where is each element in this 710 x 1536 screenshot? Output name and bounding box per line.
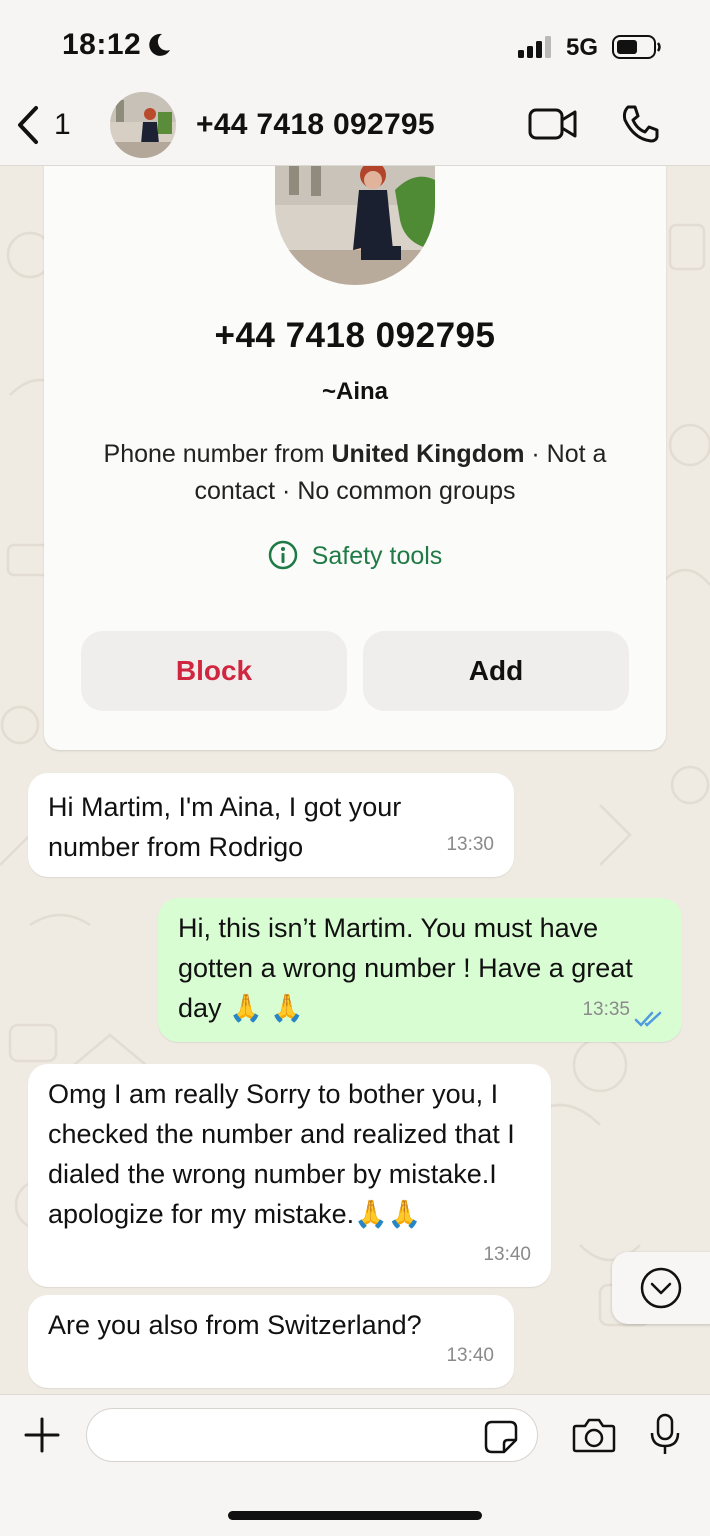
message-time: 13:40	[446, 1345, 494, 1366]
message-bubble[interactable]: Hi, this isn’t Martim. You must have got…	[158, 898, 682, 1042]
unread-count[interactable]: 1	[54, 108, 71, 142]
message-bubble[interactable]: Omg I am really Sorry to bother you, I c…	[28, 1064, 551, 1287]
chevron-down-icon	[640, 1267, 682, 1309]
message-time: 13:35	[582, 999, 630, 1020]
plus-icon[interactable]	[24, 1417, 60, 1453]
sticker-icon[interactable]	[484, 1420, 518, 1454]
contact-details: Phone number from United Kingdom · Not a…	[68, 436, 642, 510]
message-text: Omg I am really Sorry to bother you, I c…	[48, 1079, 515, 1229]
message-time: 13:40	[483, 1244, 531, 1265]
message-text: Are you also from Switzerland?	[48, 1310, 422, 1340]
message-composer	[0, 1394, 710, 1536]
contact-info-card: +44 7418 092795 ~Aina Phone number from …	[44, 150, 666, 750]
contact-photo[interactable]	[275, 150, 435, 285]
contact-name: ~Aina	[321, 378, 389, 405]
safety-tools-link[interactable]: Safety tools	[44, 540, 666, 571]
chat-title[interactable]: +44 7418 092795	[196, 108, 435, 142]
message-bubble[interactable]: Are you also from Switzerland? 13:40	[28, 1295, 514, 1388]
details-country: United Kingdom	[331, 440, 525, 468]
add-contact-button[interactable]: Add	[363, 631, 629, 711]
top-bar: 18:12 5G 1 +44 7418 092795	[0, 0, 710, 166]
info-icon	[268, 540, 297, 570]
phone-call-icon[interactable]	[620, 104, 660, 144]
details-prefix: Phone number from	[103, 440, 332, 468]
message-input[interactable]	[86, 1408, 538, 1462]
back-chevron-icon[interactable]	[14, 104, 42, 146]
video-call-icon[interactable]	[528, 106, 578, 142]
message-time: 13:30	[446, 834, 494, 855]
contact-phone: +44 7418 092795	[214, 316, 496, 355]
battery-icon	[612, 35, 661, 59]
signal-icon	[518, 36, 551, 58]
microphone-icon[interactable]	[648, 1413, 682, 1457]
contact-avatar[interactable]	[110, 92, 176, 158]
home-indicator	[228, 1511, 482, 1520]
moon-icon	[149, 33, 170, 56]
message-text: Hi Martim, I'm Aina, I got your number f…	[48, 792, 402, 862]
read-receipt-icon	[634, 1011, 662, 1027]
scroll-to-bottom-button[interactable]	[612, 1252, 710, 1324]
block-button[interactable]: Block	[81, 631, 347, 711]
safety-tools-label: Safety tools	[311, 542, 443, 570]
status-time: 18:12	[62, 28, 142, 61]
network-label: 5G	[566, 34, 599, 61]
camera-icon[interactable]	[572, 1417, 616, 1453]
message-bubble[interactable]: Hi Martim, I'm Aina, I got your number f…	[28, 773, 514, 877]
